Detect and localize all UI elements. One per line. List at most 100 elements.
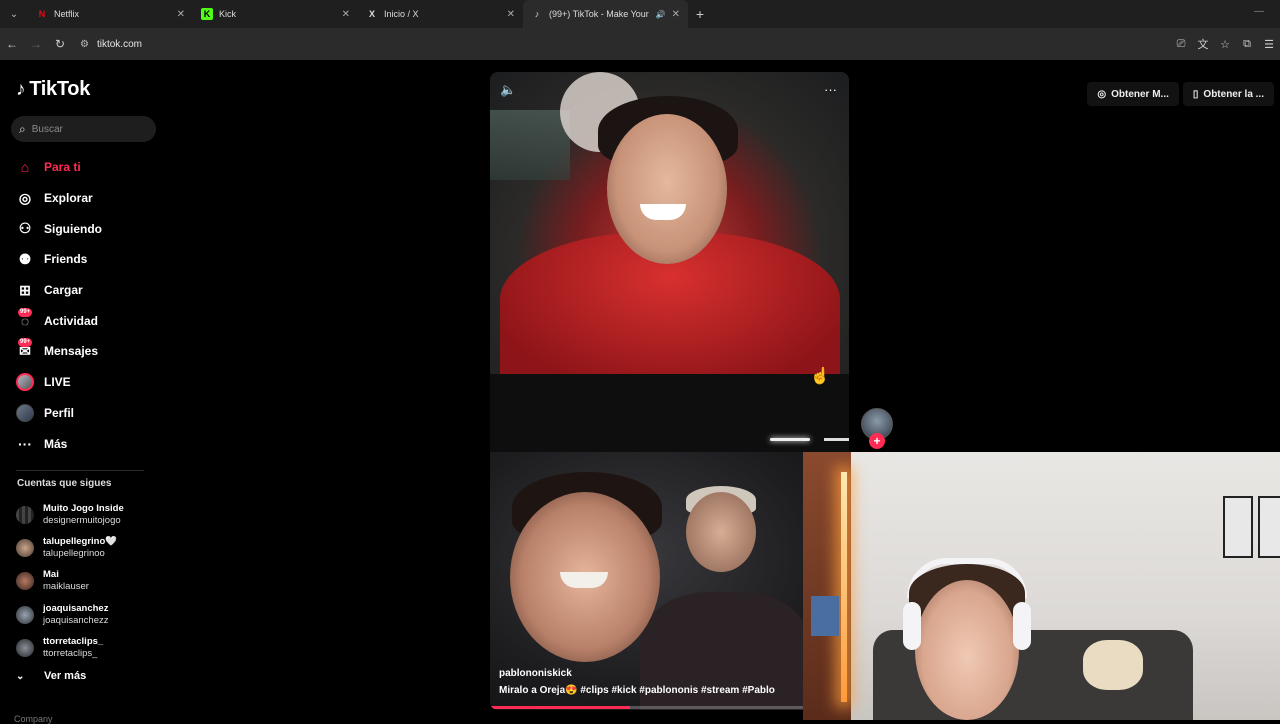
avatar	[16, 605, 34, 624]
netflix-favicon-icon: N	[38, 9, 46, 19]
see-more-button[interactable]: ⌄ Ver más	[16, 670, 86, 682]
browser-tab-bar: ⌄ N Netflix ✕ K Kick ✕ X Inicio / X ✕ ♪ …	[0, 0, 1280, 28]
list-item[interactable]: joaquisanchez joaquisanchezz	[16, 598, 166, 631]
tab-title: Netflix	[54, 9, 80, 19]
search-input[interactable]	[31, 123, 142, 135]
nav-mensajes[interactable]: ✉ 99+ Mensajes	[16, 336, 166, 367]
tab-title: Inicio / X	[384, 9, 419, 19]
account-name: joaquisanchez	[43, 602, 109, 614]
tab-close-icon[interactable]: ✕	[177, 9, 185, 20]
account-handle: designermuitojogo	[43, 514, 121, 526]
coin-icon: ◎	[1097, 88, 1107, 100]
list-item[interactable]: Mai maiklauser	[16, 565, 166, 598]
nav-mas[interactable]: ··· Más	[16, 428, 166, 459]
x-favicon-icon: X	[368, 9, 375, 19]
get-app-label: Obtener la ...	[1203, 88, 1264, 100]
following-title: Cuentas que sigues	[17, 478, 112, 489]
tab-netflix[interactable]: N Netflix ✕	[28, 0, 193, 28]
account-handle: maiklauser	[43, 581, 89, 593]
activity-badge: 99+	[18, 307, 33, 317]
site-info-icon[interactable]: ⚙	[80, 39, 89, 50]
get-coins-button[interactable]: ◎ Obtener M...	[1087, 82, 1179, 106]
volume-icon[interactable]: 🔈	[500, 82, 516, 98]
divider	[16, 470, 144, 471]
menu-icon[interactable]: ☰	[1258, 38, 1280, 51]
video-progress-bar[interactable]	[490, 706, 849, 709]
video-progress-fill	[490, 706, 630, 709]
tab-tiktok[interactable]: ♪ (99+) TikTok - Make Your Da 🔊 ✕	[523, 0, 688, 28]
avatar	[16, 505, 34, 524]
list-item[interactable]: ttorretaclips_ ttorretaclips_	[16, 632, 166, 665]
tab-search-icon[interactable]: ⌄	[0, 0, 28, 28]
webcam-overlay	[803, 452, 1280, 720]
following-list: Muito Jogo Inside designermuitojogo talup…	[16, 498, 166, 665]
video-frame-top	[490, 72, 849, 382]
video-player[interactable]: 🔈 ··· pablononiskick Miralo a Oreja😍 #cl…	[490, 72, 849, 710]
sidebar: ♪ TikTok ⌕ ⌂ Para ti ◎ Explorar ⚇ Siguie…	[0, 60, 175, 724]
tiktok-note-icon: ♪	[16, 78, 26, 100]
list-item[interactable]: Muito Jogo Inside designermuitojogo	[16, 498, 166, 531]
get-app-button[interactable]: ▯ Obtener la ...	[1182, 82, 1274, 106]
tab-x[interactable]: X Inicio / X ✕	[358, 0, 523, 28]
search-box[interactable]: ⌕	[11, 116, 156, 142]
account-name: ttorretaclips_	[43, 636, 104, 648]
avatar	[16, 639, 34, 658]
search-icon[interactable]: ⌕	[19, 122, 26, 137]
account-name: Mai	[43, 569, 59, 581]
see-more-label: Ver más	[44, 670, 87, 682]
nav-perfil[interactable]: Perfil	[16, 398, 166, 429]
tab-close-icon[interactable]: ✕	[672, 9, 680, 20]
nav-friends[interactable]: ⚉ Friends	[16, 244, 166, 275]
messages-icon: ✉ 99+	[18, 338, 33, 359]
footer-company[interactable]: Company	[14, 714, 53, 724]
more-options-icon[interactable]: ···	[824, 82, 837, 97]
account-handle: ttorretaclips_	[43, 648, 98, 660]
list-item[interactable]: talupellegrino🤍 talupellegrinoo	[16, 531, 166, 564]
following-icon: ⚇	[18, 220, 32, 237]
nav-label: Para ti	[44, 160, 81, 175]
back-button[interactable]: ←	[0, 28, 24, 60]
url-text: tiktok.com	[96, 38, 142, 50]
speaker-icon[interactable]: 🔊	[656, 10, 666, 19]
tab-close-icon[interactable]: ✕	[507, 9, 515, 20]
extensions-icon[interactable]: ⧉	[1236, 38, 1258, 51]
nav-cargar[interactable]: ⊞ Cargar	[16, 275, 166, 306]
forward-button[interactable]: →	[24, 28, 48, 60]
nav-label: Actividad	[44, 313, 99, 328]
tab-title: (99+) TikTok - Make Your Da	[549, 9, 652, 19]
new-tab-button[interactable]: +	[688, 0, 712, 28]
profile-avatar-icon	[16, 403, 34, 422]
tab-close-icon[interactable]: ✕	[342, 9, 350, 20]
mouse-cursor-icon: ☝	[810, 368, 830, 385]
reload-button[interactable]: ↻	[48, 28, 72, 60]
chevron-down-icon: ⌄	[16, 670, 25, 682]
brand-name: TikTok	[29, 78, 91, 100]
bookmark-star-icon[interactable]: ☆	[1214, 38, 1236, 51]
translate-icon[interactable]: 文	[1192, 36, 1214, 52]
messages-badge: 99+	[18, 338, 33, 348]
nav-actividad[interactable]: ◌ 99+ Actividad	[16, 305, 166, 336]
upload-icon: ⊞	[19, 281, 31, 298]
nav-label: Más	[44, 436, 68, 451]
nav-siguiendo[interactable]: ⚇ Siguiendo	[16, 213, 166, 244]
nav-live[interactable]: LIVE	[16, 367, 166, 398]
install-app-icon[interactable]: ⎚	[1170, 38, 1192, 51]
nav-explorar[interactable]: ◎ Explorar	[16, 183, 166, 214]
follow-plus-icon[interactable]: +	[869, 433, 885, 449]
nav-label: Perfil	[44, 405, 75, 420]
live-avatar-icon	[16, 373, 34, 392]
video-author[interactable]: pablononiskick	[499, 668, 839, 679]
tiktok-logo[interactable]: ♪ TikTok	[16, 78, 90, 101]
nav-para-ti[interactable]: ⌂ Para ti	[16, 152, 166, 183]
nav-label: Cargar	[44, 283, 83, 298]
kick-favicon-icon: K	[201, 8, 213, 20]
get-coins-label: Obtener M...	[1111, 88, 1169, 100]
top-actions: ◎ Obtener M... ▯ Obtener la ...	[1083, 82, 1274, 106]
video-frame-middle	[490, 374, 849, 452]
activity-icon: ◌ 99+	[18, 307, 33, 329]
avatar	[16, 572, 34, 591]
tab-kick[interactable]: K Kick ✕	[193, 0, 358, 28]
url-field[interactable]: ⚙ tiktok.com	[80, 39, 142, 50]
minimize-icon[interactable]: —	[1254, 6, 1264, 17]
account-handle: talupellegrinoo	[43, 548, 105, 560]
